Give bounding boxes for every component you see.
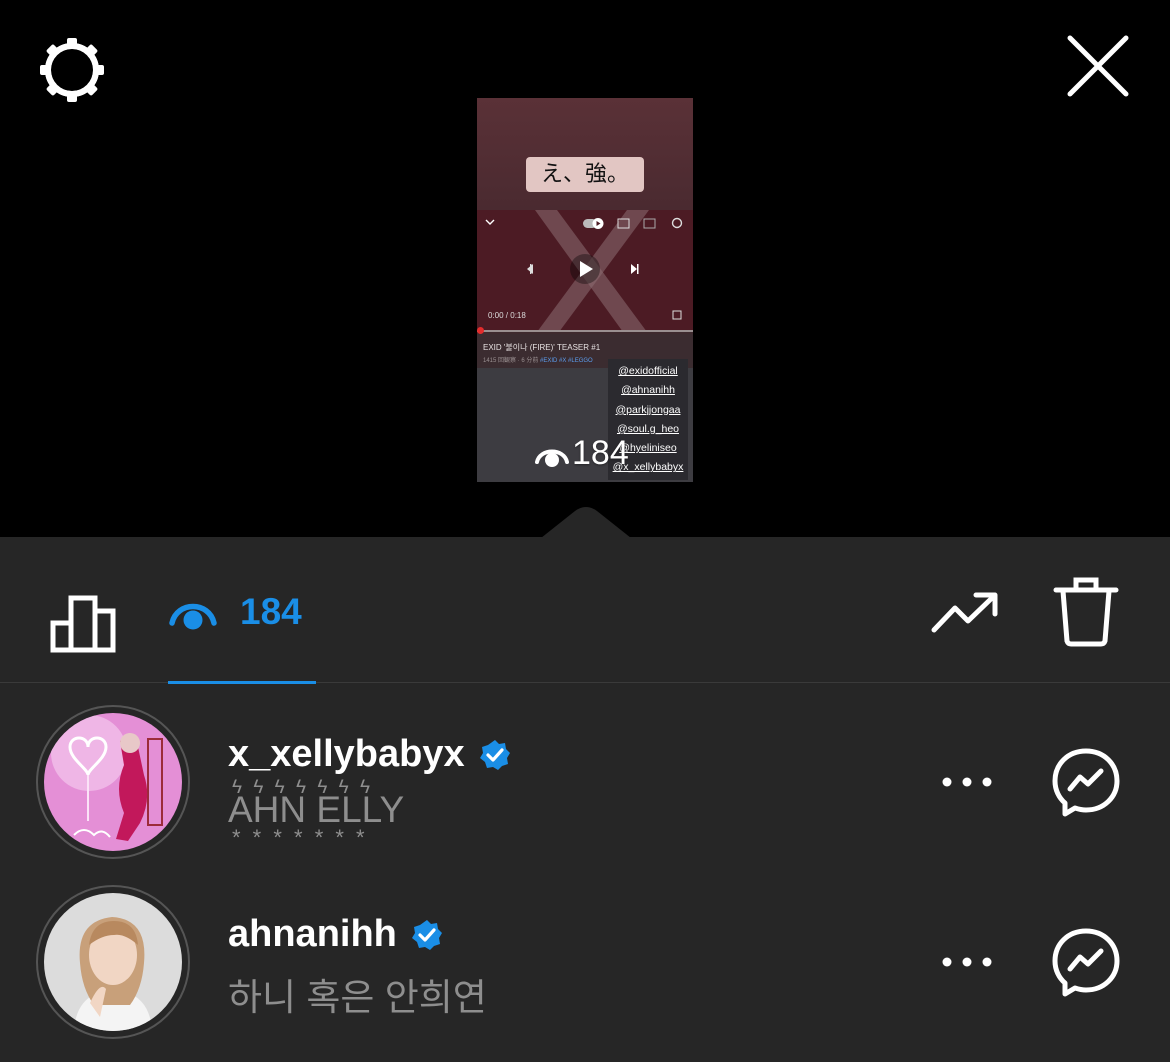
story-preview-area: え、強。 0:00 / 0:18 EXID '불이나 (FIRE)' TEASE…: [0, 0, 1170, 537]
trash-icon: [1053, 577, 1119, 647]
video-title: EXID '불이나 (FIRE)' TEASER #1: [483, 343, 601, 352]
mention-tag[interactable]: @ahnanihh: [621, 381, 675, 400]
viewer-username-row[interactable]: ahnanihh: [228, 913, 443, 956]
more-icon: [942, 777, 992, 787]
more-options-button[interactable]: [934, 767, 1000, 797]
mention-tag[interactable]: @exidofficial: [618, 362, 678, 381]
verified-icon: [479, 739, 510, 770]
video-progress-track: [477, 330, 693, 332]
eye-icon: [535, 449, 569, 467]
close-icon: [1067, 35, 1129, 97]
settings-button[interactable]: [36, 34, 108, 106]
messenger-icon: [1052, 928, 1120, 997]
verified-icon: [411, 919, 442, 950]
insights-icon: [50, 595, 116, 653]
viewers-count: 184: [240, 591, 302, 632]
sheet-pointer: [541, 507, 631, 538]
caption-sticker: え、強。: [526, 157, 644, 192]
story-view-count-value: 184: [572, 434, 629, 472]
story-view-count: 184: [534, 434, 629, 473]
video-meta-text: 1415 回観察 · 6 分前: [483, 358, 539, 364]
more-icon: [942, 957, 992, 967]
promote-button[interactable]: [928, 586, 1004, 638]
promote-icon: [931, 592, 998, 633]
messenger-icon: [1052, 748, 1120, 817]
mention-tag[interactable]: @parkjjongaa: [616, 401, 681, 420]
viewer-row[interactable]: ahnanihh 하니 혹은 안희연: [0, 873, 1170, 1053]
insights-button[interactable]: [48, 587, 120, 659]
viewer-username-row[interactable]: x_xellybabyx: [228, 733, 511, 776]
viewer-fullname-deco: * * * * * * *: [232, 825, 368, 850]
message-button[interactable]: [1050, 926, 1122, 998]
tab-underline: [168, 681, 316, 684]
viewer-username: x_xellybabyx: [228, 733, 465, 775]
video-meta: 1415 回観察 · 6 分前 #EXID #X #LEGGO: [483, 355, 593, 364]
viewer-fullname: 하니 혹은 안희연: [228, 977, 487, 1018]
close-button[interactable]: [1062, 30, 1134, 102]
avatar-ring[interactable]: [36, 705, 190, 859]
story-thumbnail[interactable]: え、強。 0:00 / 0:18 EXID '불이나 (FIRE)' TEASE…: [477, 98, 693, 482]
settings-icon: [40, 38, 104, 102]
video-tags: #EXID #X #LEGGO: [540, 358, 593, 364]
video-screenshot: 0:00 / 0:18: [477, 210, 693, 332]
avatar: [44, 713, 182, 851]
viewer-row[interactable]: x_xellybabyx ϟ ϟ ϟ ϟ ϟ ϟ ϟ AHN ELLY * * …: [0, 693, 1170, 873]
more-options-button[interactable]: [934, 947, 1000, 977]
message-button[interactable]: [1050, 746, 1122, 818]
viewer-username: ahnanihh: [228, 913, 397, 955]
video-time: 0:00 / 0:18: [488, 311, 526, 320]
eye-icon: [169, 603, 217, 630]
video-progress-dot: [477, 327, 484, 334]
delete-button[interactable]: [1052, 574, 1120, 648]
story-background: [477, 98, 693, 210]
viewers-tab[interactable]: 184: [168, 589, 316, 685]
avatar-ring[interactable]: [36, 885, 190, 1039]
avatar: [44, 893, 182, 1031]
